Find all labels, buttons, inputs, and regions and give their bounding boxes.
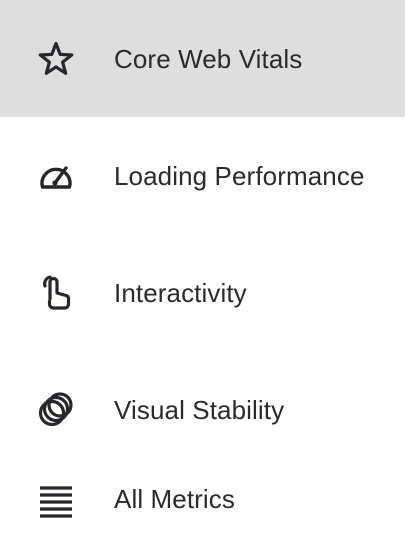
nav-item-label: Core Web Vitals <box>114 43 303 74</box>
nav-item-loading-performance[interactable]: Loading Performance <box>0 117 405 234</box>
nav-item-visual-stability[interactable]: Visual Stability <box>0 351 405 468</box>
metrics-nav-menu: Core Web Vitals Loading Performance Inte… <box>0 0 405 549</box>
nav-item-label: All Metrics <box>114 484 235 514</box>
nav-item-label: Visual Stability <box>114 394 285 425</box>
nav-item-label: Interactivity <box>114 277 247 308</box>
star-icon <box>36 39 76 79</box>
nav-item-core-web-vitals[interactable]: Core Web Vitals <box>0 0 405 117</box>
touch-icon <box>36 273 76 313</box>
nav-item-all-metrics[interactable]: All Metrics <box>0 468 405 549</box>
layers-circles-icon <box>36 390 76 430</box>
speedometer-icon <box>36 156 76 196</box>
nav-item-interactivity[interactable]: Interactivity <box>0 234 405 351</box>
list-lines-icon <box>36 479 76 519</box>
nav-item-label: Loading Performance <box>114 160 365 191</box>
